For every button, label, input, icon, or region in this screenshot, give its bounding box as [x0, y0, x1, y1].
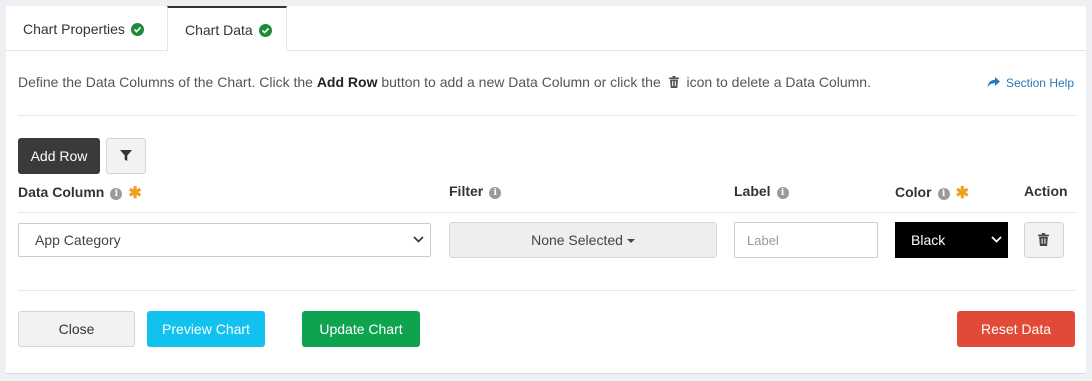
header-label: Color — [895, 184, 932, 200]
section-help-link[interactable]: Section Help — [987, 76, 1074, 90]
header-label: Label — [734, 183, 771, 199]
check-circle-icon — [130, 23, 144, 36]
data-column-value: App Category — [35, 232, 121, 248]
header-label: Action — [1024, 183, 1068, 199]
section-help-label: Section Help — [1005, 76, 1074, 90]
filter-icon — [120, 150, 132, 161]
tab-label: Chart Properties — [23, 21, 125, 37]
data-column-select[interactable]: App Category — [18, 223, 431, 257]
delete-row-button[interactable] — [1024, 222, 1064, 258]
divider — [18, 212, 1076, 213]
tab-chart-data[interactable]: Chart Data — [167, 6, 287, 51]
reset-data-button[interactable]: Reset Data — [957, 311, 1075, 347]
close-button[interactable]: Close — [18, 311, 135, 347]
preview-chart-button[interactable]: Preview Chart — [147, 311, 265, 347]
trash-icon — [1038, 233, 1049, 246]
color-value: Black — [911, 232, 946, 248]
divider — [18, 115, 1076, 116]
color-select[interactable]: Black — [895, 222, 1008, 258]
add-row-button[interactable]: Add Row — [18, 138, 100, 174]
column-header-filter: Filter i — [449, 183, 502, 199]
update-chart-button[interactable]: Update Chart — [302, 311, 420, 347]
column-header-action: Action — [1024, 183, 1068, 199]
intro-text: Define the Data Columns of the Chart. Cl… — [18, 74, 871, 91]
tab-bar: Chart Properties Chart Data — [6, 6, 1086, 51]
intro-part-3: icon to delete a Data Column. — [682, 74, 871, 90]
info-icon[interactable]: i — [110, 188, 123, 200]
info-icon[interactable]: i — [776, 187, 789, 199]
intro-part-2: button to add a new Data Column or click… — [377, 74, 665, 90]
info-icon[interactable]: i — [937, 188, 950, 200]
chevron-down-icon — [413, 236, 424, 243]
header-label: Filter — [449, 183, 484, 199]
divider — [18, 290, 1076, 291]
check-circle-icon — [258, 24, 272, 37]
tab-chart-properties[interactable]: Chart Properties — [6, 6, 167, 50]
info-icon[interactable]: i — [489, 187, 502, 199]
column-header-color: Color i ✱ — [895, 183, 969, 203]
label-input[interactable] — [734, 222, 878, 258]
intro-part-1: Define the Data Columns of the Chart. Cl… — [18, 74, 317, 90]
chevron-down-icon — [991, 236, 1002, 243]
trash-icon — [668, 75, 679, 91]
share-icon — [987, 77, 1000, 88]
chart-data-panel: Chart Properties Chart Data Define the D… — [6, 6, 1086, 374]
filter-dropdown[interactable]: None Selected — [449, 222, 717, 258]
header-label: Data Column — [18, 184, 105, 200]
filter-value: None Selected — [531, 232, 623, 248]
tab-label: Chart Data — [185, 22, 253, 38]
asterisk-icon: ✱ — [128, 185, 142, 202]
asterisk-icon: ✱ — [955, 185, 969, 202]
filter-button[interactable] — [106, 138, 146, 174]
column-header-data-column: Data Column i ✱ — [18, 183, 142, 203]
column-header-label: Label i — [734, 183, 789, 199]
intro-bold: Add Row — [316, 74, 378, 90]
caret-down-icon — [626, 239, 635, 243]
